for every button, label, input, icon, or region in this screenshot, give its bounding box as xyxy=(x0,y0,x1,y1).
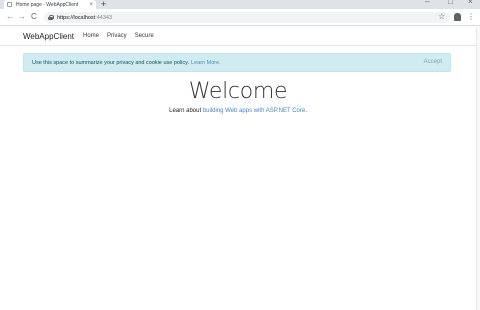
learn-prefix: Learn about xyxy=(169,108,203,114)
tab-title: Home page - WebAppClient xyxy=(16,1,79,8)
reload-button[interactable]: C xyxy=(31,12,37,22)
browser-toolbar: ← → C https://localhost :44343 ☆ ⋮ xyxy=(0,9,480,26)
browser-window: Home page - WebAppClient × + – □ × ← → C… xyxy=(0,0,480,310)
browser-tab[interactable]: Home page - WebAppClient × xyxy=(4,0,96,9)
extension-icon[interactable] xyxy=(454,13,461,21)
bookmark-star-icon[interactable]: ☆ xyxy=(438,12,445,22)
site-brand[interactable]: WebAppClient xyxy=(23,32,74,41)
url-port: :44343 xyxy=(95,14,113,21)
page-icon xyxy=(7,2,12,7)
forward-button[interactable]: → xyxy=(18,12,26,22)
page-scrollbar[interactable] xyxy=(476,27,480,310)
tab-close-icon[interactable]: × xyxy=(89,2,93,8)
accept-button[interactable]: Accept xyxy=(424,59,442,65)
page-title: Welcome xyxy=(188,79,288,104)
nav-link-privacy[interactable]: Privacy xyxy=(107,33,127,39)
aspnet-docs-link[interactable]: building Web apps with ASP.NET Core xyxy=(203,108,305,114)
new-tab-button[interactable]: + xyxy=(101,0,106,9)
address-bar[interactable]: https://localhost :44343 xyxy=(44,12,450,23)
url-host: https://localhost xyxy=(57,14,96,21)
close-window-button[interactable]: × xyxy=(468,0,473,7)
minimize-button[interactable]: – xyxy=(425,0,429,7)
maximize-button[interactable]: □ xyxy=(448,0,453,7)
learn-about-text: Learn about building Web apps with ASP.N… xyxy=(0,108,476,114)
back-button[interactable]: ← xyxy=(6,12,14,22)
lock-icon xyxy=(48,15,54,20)
learn-suffix: . xyxy=(305,108,307,114)
nav-links: Home Privacy Secure xyxy=(83,33,162,39)
site-navbar: WebAppClient Home Privacy Secure xyxy=(0,27,476,46)
tab-strip: Home page - WebAppClient × + – □ × xyxy=(0,0,480,9)
nav-link-home[interactable]: Home xyxy=(83,33,99,39)
nav-link-secure[interactable]: Secure xyxy=(135,33,154,39)
cookie-text: Use this space to summarize your privacy… xyxy=(32,59,190,66)
browser-menu-icon[interactable]: ⋮ xyxy=(467,12,475,22)
learn-more-link[interactable]: Learn More. xyxy=(191,60,221,66)
cookie-consent-banner: Use this space to summarize your privacy… xyxy=(23,53,451,72)
